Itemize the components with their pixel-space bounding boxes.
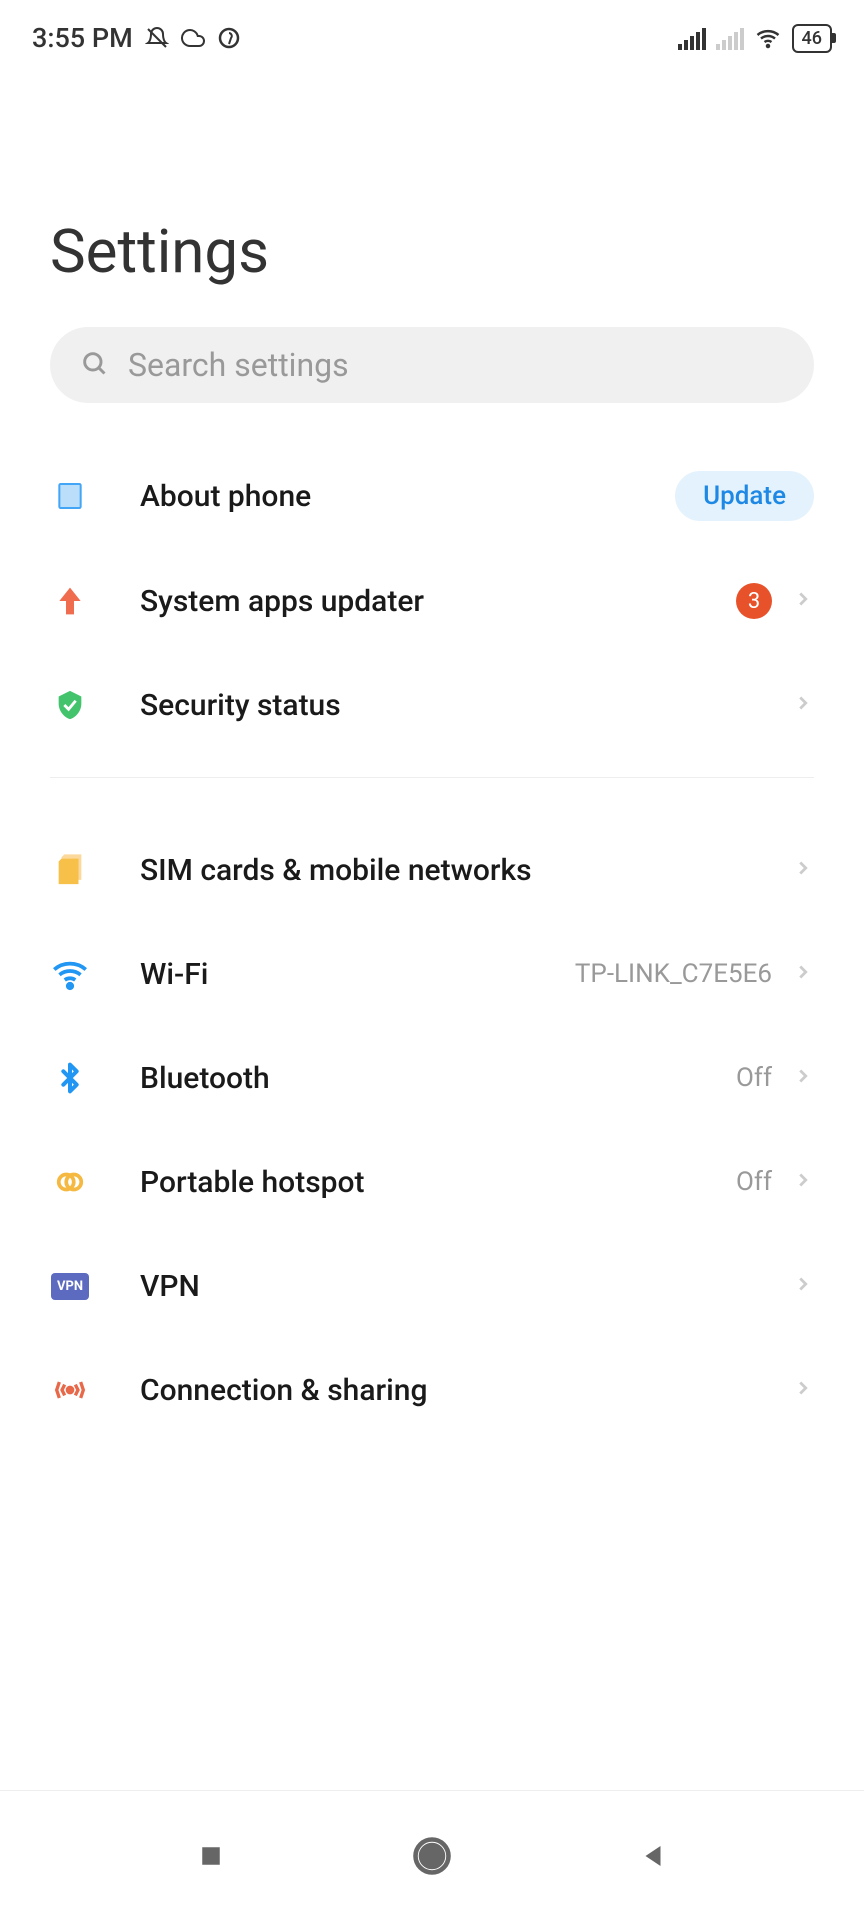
signal-icon-1 [678,26,706,50]
wifi-item[interactable]: Wi-Fi TP-LINK_C7E5E6 [0,922,864,1026]
status-left: 3:55 PM [32,22,241,54]
item-value: TP-LINK_C7E5E6 [575,959,772,989]
item-value: Off [736,1063,772,1093]
signal-icon-2 [716,26,744,50]
chevron-right-icon [792,1169,814,1195]
wifi-icon [754,26,782,50]
chevron-right-icon [792,588,814,614]
status-time: 3:55 PM [32,22,133,54]
vpn-item[interactable]: VPN VPN [0,1234,864,1338]
item-value: Off [736,1167,772,1197]
chevron-right-icon [792,857,814,883]
chevron-right-icon [792,961,814,987]
chevron-right-icon [792,1273,814,1299]
bluetooth-item[interactable]: Bluetooth Off [0,1026,864,1130]
update-badge[interactable]: Update [675,471,814,521]
status-right: 46 [678,24,832,53]
arrow-up-icon [50,581,90,621]
search-icon [80,349,108,381]
sim-icon [50,850,90,890]
item-label: Bluetooth [140,1061,736,1096]
section-divider [50,777,814,778]
system-updater-item[interactable]: System apps updater 3 [0,549,864,653]
chevron-right-icon [792,692,814,718]
item-label: Wi-Fi [140,957,575,992]
nav-bar [0,1790,864,1920]
item-label: SIM cards & mobile networks [140,853,792,888]
hotspot-icon [50,1162,90,1202]
connection-sharing-item[interactable]: Connection & sharing [0,1338,864,1442]
item-label: System apps updater [140,584,736,619]
hotspot-item[interactable]: Portable hotspot Off [0,1130,864,1234]
bell-off-icon [145,26,169,50]
chevron-right-icon [792,1377,814,1403]
home-button[interactable] [407,1831,457,1881]
bluetooth-icon [50,1058,90,1098]
page-title: Settings [0,76,864,327]
connection-icon [50,1370,90,1410]
search-container[interactable] [50,327,814,403]
sim-cards-item[interactable]: SIM cards & mobile networks [0,818,864,922]
wifi-icon [50,954,90,994]
item-label: Connection & sharing [140,1373,792,1408]
spacer [0,1442,864,1790]
phone-frame-icon [50,476,90,516]
shield-icon [50,685,90,725]
chevron-right-icon [792,1065,814,1091]
about-phone-item[interactable]: About phone Update [0,443,864,549]
battery-icon: 46 [792,24,832,53]
item-label: VPN [140,1269,792,1304]
security-status-item[interactable]: Security status [0,653,864,757]
settings-list: About phone Update System apps updater 3… [0,443,864,1442]
status-bar: 3:55 PM [0,0,864,76]
item-label: About phone [140,479,675,514]
pinterest-icon [217,26,241,50]
recent-button[interactable] [186,1831,236,1881]
search-input[interactable] [128,346,784,384]
item-label: Security status [140,688,792,723]
back-button[interactable] [628,1831,678,1881]
vpn-icon: VPN [50,1266,90,1306]
cloud-icon [181,26,205,50]
item-label: Portable hotspot [140,1165,736,1200]
count-badge: 3 [736,583,772,619]
